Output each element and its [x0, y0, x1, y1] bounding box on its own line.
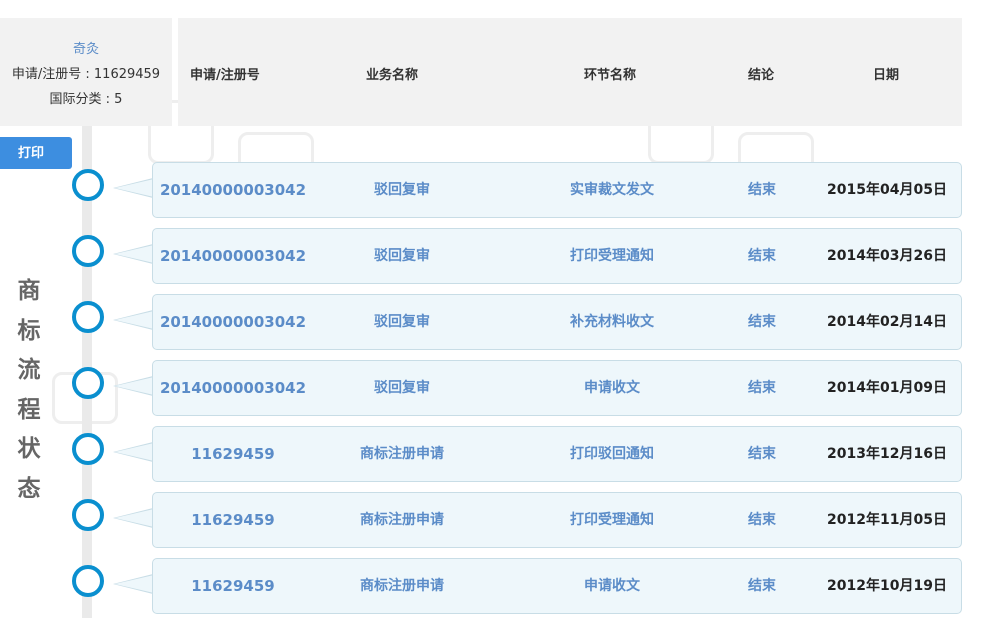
row-date: 2014年01月09日: [827, 380, 947, 396]
row-business-name: 商标注册申请: [360, 578, 444, 594]
row-business-name: 驳回复审: [374, 182, 430, 198]
row-step-name: 打印受理通知: [570, 512, 654, 528]
timeline-node-icon: [72, 499, 104, 531]
row-business-name: 商标注册申请: [360, 512, 444, 528]
timeline-row: 20140000003042 驳回复审 申请收文 结束 2014年01月09日: [0, 360, 983, 416]
table-header: 申请/注册号 业务名称 环节名称 结论 日期: [178, 18, 962, 126]
applicant-name[interactable]: 奇灸: [0, 37, 172, 62]
row-step-name: 实审裁文发文: [570, 182, 654, 198]
row-business-name: 商标注册申请: [360, 446, 444, 462]
row-business-name: 驳回复审: [374, 380, 430, 396]
timeline-node-icon: [72, 301, 104, 333]
row-result: 结束: [748, 314, 776, 330]
callout-pointer: [113, 574, 154, 594]
row-step-name: 打印驳回通知: [570, 446, 654, 462]
row-business-name: 驳回复审: [374, 248, 430, 264]
row-step-name: 打印受理通知: [570, 248, 654, 264]
timeline-card: 20140000003042 驳回复审 补充材料收文 结束 2014年02月14…: [152, 294, 962, 350]
callout-pointer: [113, 178, 154, 198]
timeline-card: 11629459 商标注册申请 打印驳回通知 结束 2013年12月16日: [152, 426, 962, 482]
row-result: 结束: [748, 248, 776, 264]
row-step-name: 申请收文: [584, 380, 640, 396]
row-date: 2012年11月05日: [827, 512, 947, 528]
row-application-number[interactable]: 11629459: [191, 427, 275, 481]
row-result: 结束: [748, 380, 776, 396]
timeline-node-icon: [72, 169, 104, 201]
timeline-card: 20140000003042 驳回复审 实审裁文发文 结束 2015年04月05…: [152, 162, 962, 218]
callout-pointer: [113, 442, 154, 462]
registration-number: 申请/注册号 : 11629459: [11, 67, 161, 82]
callout-pointer: [113, 508, 154, 528]
row-step-name: 申请收文: [584, 578, 640, 594]
timeline-card: 20140000003042 驳回复审 打印受理通知 结束 2014年03月26…: [152, 228, 962, 284]
header-date: 日期: [873, 68, 900, 83]
row-date: 2012年10月19日: [827, 578, 947, 594]
timeline-node-icon: [72, 433, 104, 465]
callout-pointer: [113, 244, 154, 264]
timeline-node-icon: [72, 367, 104, 399]
timeline-row: 20140000003042 驳回复审 补充材料收文 结束 2014年02月14…: [0, 294, 983, 350]
row-date: 2013年12月16日: [827, 446, 947, 462]
header-step-name: 环节名称: [584, 68, 637, 83]
timeline-row: 11629459 商标注册申请 申请收文 结束 2012年10月19日: [0, 558, 983, 614]
row-result: 结束: [748, 182, 776, 198]
timeline-card: 11629459 商标注册申请 打印受理通知 结束 2012年11月05日: [152, 492, 962, 548]
timeline-row: 20140000003042 驳回复审 打印受理通知 结束 2014年03月26…: [0, 228, 983, 284]
row-result: 结束: [748, 446, 776, 462]
timeline-row: 11629459 商标注册申请 打印受理通知 结束 2012年11月05日: [0, 492, 983, 548]
timeline-node-icon: [72, 565, 104, 597]
row-result: 结束: [748, 578, 776, 594]
row-application-number[interactable]: 11629459: [191, 493, 275, 547]
international-class: 国际分类 : 5: [49, 92, 123, 107]
row-application-number[interactable]: 20140000003042: [160, 295, 306, 349]
timeline-card: 20140000003042 驳回复审 申请收文 结束 2014年01月09日: [152, 360, 962, 416]
callout-pointer: [113, 310, 154, 330]
row-business-name: 驳回复审: [374, 314, 430, 330]
row-application-number[interactable]: 11629459: [191, 559, 275, 613]
row-application-number[interactable]: 20140000003042: [160, 163, 306, 217]
timeline-row: 11629459 商标注册申请 打印驳回通知 结束 2013年12月16日: [0, 426, 983, 482]
callout-pointer: [113, 376, 154, 396]
row-application-number[interactable]: 20140000003042: [160, 361, 306, 415]
timeline-card: 11629459 商标注册申请 申请收文 结束 2012年10月19日: [152, 558, 962, 614]
header-result: 结论: [748, 68, 775, 83]
timeline-node-icon: [72, 235, 104, 267]
row-step-name: 补充材料收文: [570, 314, 654, 330]
row-date: 2014年02月14日: [827, 314, 947, 330]
row-result: 结束: [748, 512, 776, 528]
header-business-name: 业务名称: [366, 68, 419, 83]
header-application-number: 申请/注册号: [190, 68, 260, 83]
trademark-info-panel: 奇灸 申请/注册号 : 11629459 国际分类 : 5: [0, 18, 172, 126]
row-application-number[interactable]: 20140000003042: [160, 229, 306, 283]
row-date: 2014年03月26日: [827, 248, 947, 264]
row-date: 2015年04月05日: [827, 182, 947, 198]
timeline-row: 20140000003042 驳回复审 实审裁文发文 结束 2015年04月05…: [0, 162, 983, 218]
